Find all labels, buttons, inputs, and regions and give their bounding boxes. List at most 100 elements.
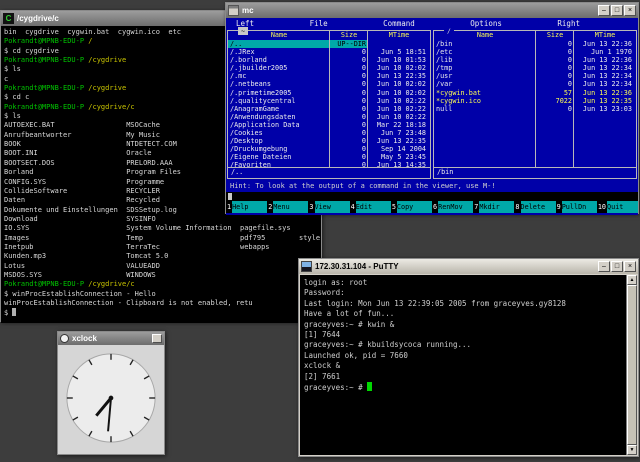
terminal-line: Launched ok, pid = 7660 [304,351,622,361]
maximize-button[interactable]: □ [611,5,623,16]
mc-file-size: 0 [536,56,574,64]
mc-fkey-copy[interactable]: 5Copy [391,201,432,213]
mc-menu-options[interactable]: Options [470,19,502,30]
fkey-label: RenMov [438,201,473,213]
mc-fkey-quit[interactable]: 10Quit [597,201,638,213]
mc-file-name: /Desktop [228,137,330,145]
column-separator [329,31,330,168]
mc-fkey-view[interactable]: 3View [308,201,349,213]
mc-file-time: Jun 7 23:48 [368,129,430,137]
mc-fkey-mkdir[interactable]: 7Mkdir [473,201,514,213]
mc-file-name: /Druckumgebung [228,145,330,153]
mc-file-time: Jun 10 02:02 [368,64,430,72]
column-separator [573,31,574,168]
terminal-line: Have a lot of fun... [304,309,622,319]
fkey-label: PullDn [562,201,597,213]
fkey-number: 10 [597,201,607,213]
column-header-size[interactable]: Size [536,31,574,40]
mc-menu-right[interactable]: Right [557,19,580,30]
mc-file-size: 0 [536,80,574,88]
mc-file-time: Jun 10 01:53 [368,56,430,64]
mc-file-size: 0 [536,40,574,48]
mc-hint-line: Hint: To look at the output of a command… [226,181,638,192]
mc-file-size: 0 [330,105,368,113]
putty-scrollbar[interactable]: ▲ ▼ [626,275,637,455]
mc-fkey-help[interactable]: 1Help [226,201,267,213]
cygwin-icon: C [3,13,14,24]
mc-file-time: Jun 5 18:51 [368,48,430,56]
maximize-button[interactable]: □ [611,261,623,272]
mc-menubar: LeftFileCommandOptionsRight [226,18,638,30]
mc-menu-command[interactable]: Command [383,19,415,30]
mc-right-mini-status: /bin [434,167,636,178]
mc-fkey-menu[interactable]: 2Menu [267,201,308,213]
terminal-cursor [12,308,16,316]
mc-command-line[interactable] [226,192,638,201]
terminal-line: Kunden.mp3 Tomcat 5.0 [4,252,318,261]
mc-file-size: 0 [536,72,574,80]
column-header-mtime[interactable]: MTime [574,31,636,40]
fkey-label: Menu [273,201,308,213]
mc-file-size: 0 [536,48,574,56]
terminal-line: Password: [304,288,622,298]
mc-file-time: Jun 13 22:34 [574,72,636,80]
mc-file-size: 0 [536,64,574,72]
mc-file-name: *cygwin.ico [434,97,536,105]
mc-file-size: 0 [330,56,368,64]
mc-left-mini-status: /.. [228,167,430,178]
mc-file-name: /bin [434,40,536,48]
mc-fkey-renmov[interactable]: 6RenMov [432,201,473,213]
putty-titlebar[interactable]: 172.30.31.104 - PuTTY – □ × [299,259,638,274]
fkey-label: Quit [607,201,638,213]
mc-file-size: 0 [330,137,368,145]
mc-file-time: Mar 22 18:18 [368,121,430,129]
terminal-line: IO.SYS System Volume Information pagefil… [4,224,318,233]
close-button[interactable]: × [624,261,636,272]
xclock-window-title: xclock [72,334,149,343]
mc-file-time: May 5 23:45 [368,153,430,161]
mc-file-time: Jun 10 02:22 [368,105,430,113]
mc-titlebar[interactable]: mc – □ × [226,3,638,18]
mc-file-time: Jun 13 22:34 [574,80,636,88]
midnight-commander-window: mc – □ × LeftFileCommandOptionsRight ~ N… [225,2,639,214]
xclock-body [58,345,164,454]
desktop: C /cygdrive/c – □ × bin cygdrive cygwin.… [0,0,640,462]
close-button[interactable] [152,334,162,343]
scroll-down-arrow-icon[interactable]: ▼ [627,445,637,455]
mc-file-name: /var [434,80,536,88]
putty-window: 172.30.31.104 - PuTTY – □ × login as: ro… [298,258,639,457]
mc-file-name: /.netbeans [228,80,330,88]
xclock-titlebar[interactable]: xclock [58,332,164,345]
scrollbar-thumb[interactable] [627,285,637,445]
mc-file-time: Jun 13 22:34 [574,64,636,72]
mc-file-size: 0 [330,72,368,80]
scroll-up-arrow-icon[interactable]: ▲ [627,275,637,285]
putty-window-title: 172.30.31.104 - PuTTY [315,262,595,271]
analog-clock-face [62,349,160,447]
mc-menu-file[interactable]: File [310,19,328,30]
mc-fkey-pulldn[interactable]: 9PullDn [556,201,597,213]
column-header-mtime[interactable]: MTime [368,31,430,40]
xclock-window: xclock [57,331,165,455]
putty-terminal-screen[interactable]: login as: rootPassword:Last login: Mon J… [300,275,626,455]
mc-function-keybar: 1Help2Menu3View4Edit5Copy6RenMov7Mkdir8D… [226,201,638,213]
column-header-size[interactable]: Size [330,31,368,40]
mc-fkey-delete[interactable]: 8Delete [514,201,555,213]
mc-left-panel-path[interactable]: ~ [238,27,248,35]
terminal-line: $ [4,308,318,318]
minimize-button[interactable]: – [598,5,610,16]
mc-file-name: *cygwin.bat [434,89,536,97]
mc-file-size: 0 [330,80,368,88]
terminal-line: graceyves:~ # kbuildsycoca running... [304,340,622,350]
minimize-button[interactable]: – [598,261,610,272]
mc-fkey-edit[interactable]: 4Edit [350,201,391,213]
mc-file-name: /usr [434,72,536,80]
mc-file-name: /.primetime2005 [228,89,330,97]
terminal-line: graceyves:~ # [304,382,622,393]
mc-file-time: Jun 10 02:22 [368,97,430,105]
mc-file-name: /.jbuilder2005 [228,64,330,72]
mc-right-panel-path[interactable]: / [444,27,454,35]
mc-command-cursor [228,193,232,200]
terminal-line: Last login: Mon Jun 13 22:39:05 2005 fro… [304,299,622,309]
close-button[interactable]: × [624,5,636,16]
